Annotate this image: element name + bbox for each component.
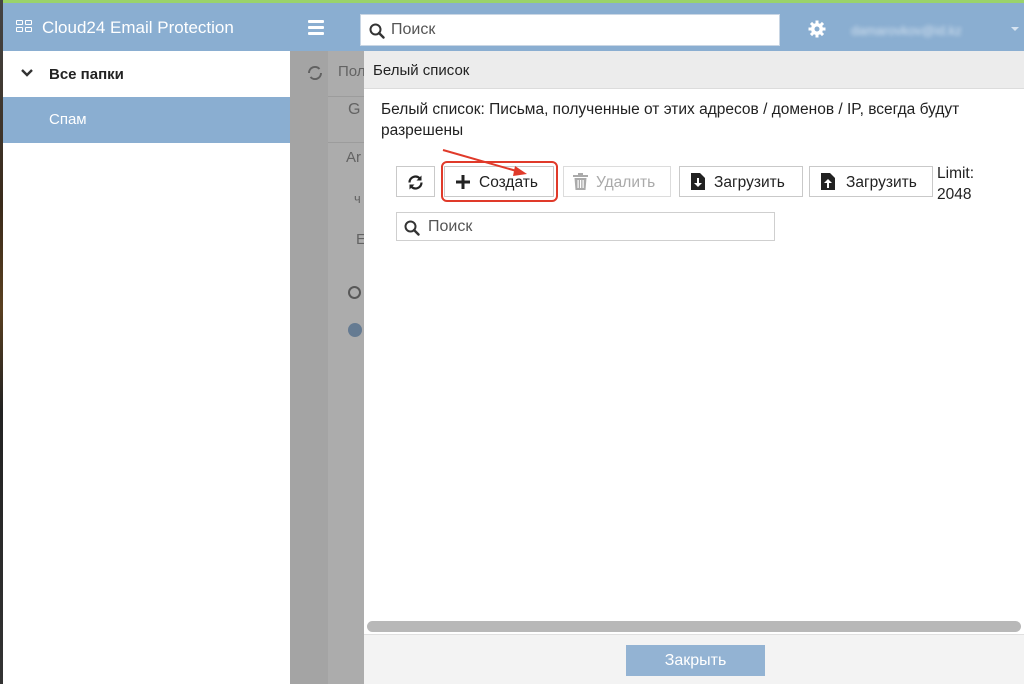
limit-label: Limit: [937, 165, 975, 182]
delete-button-label: Удалить [596, 174, 656, 191]
search-icon [404, 220, 420, 236]
upload-icon [821, 173, 835, 190]
sidebar-item-spam[interactable]: Спам [3, 97, 290, 143]
create-button[interactable]: Создать [444, 166, 554, 197]
create-button-label: Создать [479, 174, 538, 191]
sidebar-item-all-folders[interactable]: Все папки [3, 51, 290, 97]
limit-indicator: Limit: 2048 [937, 163, 974, 205]
top-bar: Cloud24 Email Protection damarovkov@id.k… [3, 3, 1024, 51]
plus-icon [456, 175, 470, 189]
app-logo-icon [16, 20, 34, 34]
dialog-footer: Закрыть [364, 634, 1024, 684]
sidebar-item-label: Все папки [49, 66, 124, 83]
dialog-description: Белый список: Письма, полученные от этих… [381, 101, 960, 139]
delete-button[interactable]: Удалить [563, 166, 671, 197]
dialog-search-input[interactable] [428, 217, 768, 237]
gear-icon[interactable] [808, 20, 826, 38]
sidebar-item-label: Спам [49, 111, 87, 128]
dialog-header: Белый список [364, 51, 1024, 89]
chevron-down-icon [21, 69, 33, 77]
download-button-label: Загрузить [714, 174, 785, 191]
whitelist-dialog: Белый список Белый список: Письма, получ… [364, 51, 1024, 684]
download-icon [691, 173, 705, 190]
dialog-title: Белый список [373, 62, 470, 79]
limit-value: 2048 [937, 186, 972, 203]
horizontal-scrollbar[interactable] [367, 621, 1021, 632]
refresh-icon [408, 175, 423, 190]
refresh-button[interactable] [396, 166, 435, 197]
sidebar: Все папки Спам [3, 51, 290, 684]
download-button[interactable]: Загрузить [679, 166, 803, 197]
chevron-down-icon[interactable] [1011, 27, 1019, 31]
menu-icon[interactable] [306, 16, 328, 38]
search-icon [369, 23, 385, 39]
global-search[interactable] [360, 14, 780, 46]
user-menu[interactable]: damarovkov@id.kz [851, 23, 962, 38]
close-button[interactable]: Закрыть [626, 645, 765, 676]
trash-icon [573, 173, 588, 190]
upload-button-label: Загрузить [846, 174, 917, 191]
upload-button[interactable]: Загрузить [809, 166, 933, 197]
dialog-search[interactable] [396, 212, 775, 241]
app-title: Cloud24 Email Protection [42, 18, 234, 37]
global-search-input[interactable] [391, 19, 771, 41]
